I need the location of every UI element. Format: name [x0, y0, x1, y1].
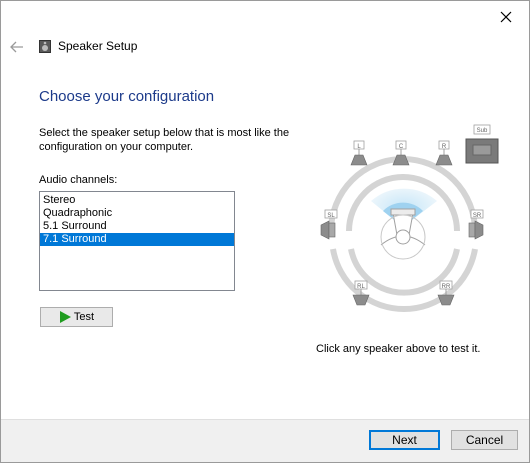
speaker-side-left[interactable]: SL [320, 209, 338, 240]
audio-channels-label: Audio channels: [39, 174, 118, 186]
speaker-side-right-label: SR [473, 213, 482, 219]
listener-figure [380, 208, 426, 260]
window-title: Speaker Setup [58, 39, 138, 53]
window-title-row: Speaker Setup [39, 39, 137, 53]
speaker-test-hint: Click any speaker above to test it. [316, 343, 481, 355]
list-item-7-1-surround[interactable]: 7.1 Surround [40, 233, 234, 246]
close-button[interactable] [483, 1, 529, 33]
speaker-subwoofer-label: Sub [477, 128, 488, 134]
list-item-stereo[interactable]: Stereo [40, 194, 234, 207]
speaker-front-right[interactable]: R [435, 140, 453, 166]
close-icon [500, 11, 512, 23]
speaker-app-icon [39, 39, 51, 53]
back-arrow-icon [10, 41, 23, 53]
instructions-text: Select the speaker setup below that is m… [39, 127, 290, 153]
speaker-layout-diagram: L C R Sub SL SR RL RR [320, 124, 499, 312]
audio-channels-listbox[interactable]: Stereo Quadraphonic 5.1 Surround 7.1 Sur… [39, 191, 235, 291]
play-icon [59, 311, 71, 323]
speaker-side-right[interactable]: SR [468, 209, 484, 240]
speaker-front-left[interactable]: L [350, 140, 368, 166]
back-button[interactable] [7, 37, 27, 57]
dialog-footer: Next Cancel [1, 419, 529, 462]
speaker-setup-window: Speaker Setup Choose your configuration … [0, 0, 530, 463]
page-heading: Choose your configuration [39, 88, 215, 105]
test-button[interactable]: Test [40, 307, 113, 327]
cancel-button[interactable]: Cancel [451, 430, 518, 450]
speaker-subwoofer[interactable]: Sub [465, 124, 499, 164]
list-item-5-1-surround[interactable]: 5.1 Surround [40, 220, 234, 233]
speaker-center[interactable]: C [392, 140, 410, 166]
test-button-label: Test [73, 311, 95, 323]
next-button[interactable]: Next [369, 430, 440, 450]
list-item-quadraphonic[interactable]: Quadraphonic [40, 207, 234, 220]
speaker-side-left-label: SL [327, 213, 335, 219]
